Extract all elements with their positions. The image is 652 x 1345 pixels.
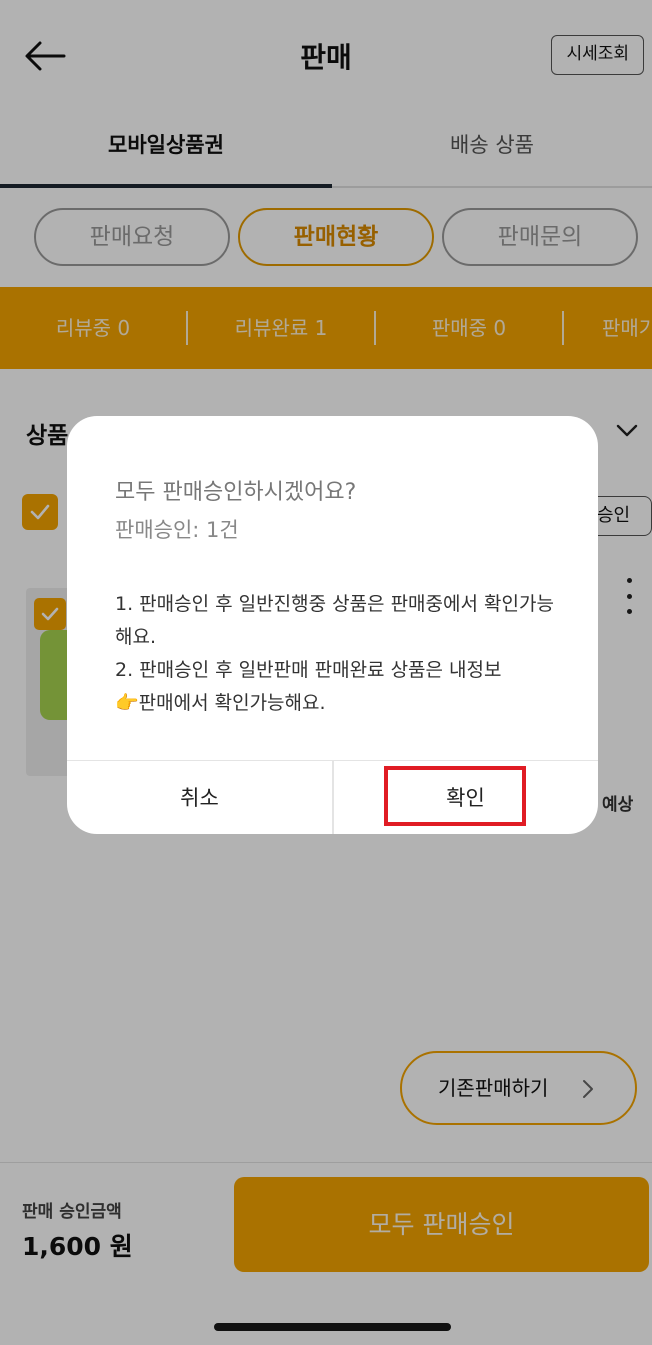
dialog-message: 1. 판매승인 후 일반진행중 상품은 판매중에서 확인가능해요. 2. 판매승… — [115, 588, 565, 720]
dialog-approve-count: 판매승인: 1건 — [115, 518, 239, 542]
home-indicator — [214, 1323, 451, 1331]
confirm-highlight-box — [384, 766, 526, 826]
dialog-message-line-1: 1. 판매승인 후 일반진행중 상품은 판매중에서 확인가능해요. — [115, 593, 554, 648]
dialog-message-line-2: 2. 판매승인 후 일반판매 판매완료 상품은 내정보 — [115, 659, 502, 681]
dialog-title: 모두 판매승인하시겠어요? — [115, 480, 357, 505]
dialog-cancel-button[interactable]: 취소 — [67, 761, 332, 834]
dialog-message-line-2b: 👉판매에서 확인가능해요. — [115, 692, 326, 714]
